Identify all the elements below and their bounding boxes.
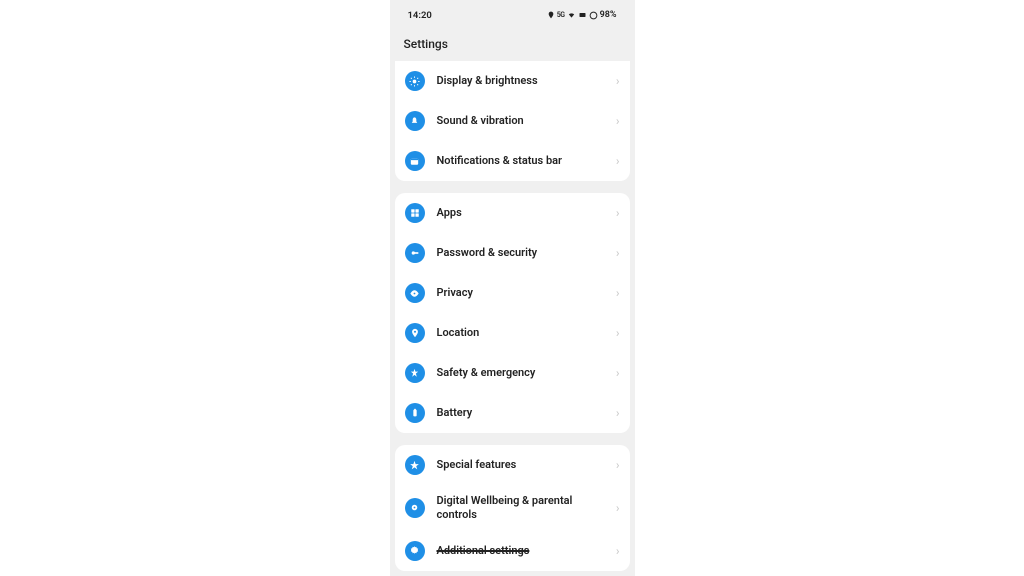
- chevron-right-icon: ›: [616, 366, 620, 380]
- page-title: Settings: [390, 30, 635, 61]
- battery-percent: 98%: [600, 10, 617, 20]
- row-password-security[interactable]: Password & security ›: [395, 233, 630, 273]
- privacy-icon: [405, 283, 425, 303]
- status-indicators: 5G 98%: [547, 10, 617, 20]
- brightness-icon: [405, 71, 425, 91]
- row-label: Special features: [437, 458, 610, 472]
- row-label: Password & security: [437, 246, 610, 260]
- row-special-features[interactable]: Special features ›: [395, 445, 630, 485]
- chevron-right-icon: ›: [616, 286, 620, 300]
- battery-icon: [589, 11, 598, 20]
- row-additional-settings[interactable]: Additional settings ›: [395, 531, 630, 571]
- status-bar: 14:20 5G 98%: [390, 0, 635, 30]
- chevron-right-icon: ›: [616, 544, 620, 558]
- row-label: Location: [437, 326, 610, 340]
- password-icon: [405, 243, 425, 263]
- gear-icon: [405, 541, 425, 561]
- row-label: Privacy: [437, 286, 610, 300]
- location-icon: [547, 11, 555, 19]
- safety-icon: [405, 363, 425, 383]
- row-apps[interactable]: Apps ›: [395, 193, 630, 233]
- chevron-right-icon: ›: [616, 206, 620, 220]
- row-label: Additional settings: [437, 544, 610, 558]
- row-label: Apps: [437, 206, 610, 220]
- settings-group-system: Apps › Password & security › Privacy ›: [395, 193, 630, 433]
- settings-group-display: Display & brightness › Sound & vibration…: [395, 61, 630, 181]
- sound-icon: [405, 111, 425, 131]
- chevron-right-icon: ›: [616, 406, 620, 420]
- camera-icon: [578, 11, 587, 19]
- chevron-right-icon: ›: [616, 74, 620, 88]
- settings-scroll[interactable]: Display & brightness › Sound & vibration…: [390, 61, 635, 571]
- notifications-icon: [405, 151, 425, 171]
- row-digital-wellbeing[interactable]: Digital Wellbeing & parental controls ›: [395, 485, 630, 531]
- row-sound-vibration[interactable]: Sound & vibration ›: [395, 101, 630, 141]
- row-label: Notifications & status bar: [437, 154, 610, 168]
- chevron-right-icon: ›: [616, 246, 620, 260]
- apps-icon: [405, 203, 425, 223]
- row-safety-emergency[interactable]: Safety & emergency ›: [395, 353, 630, 393]
- star-icon: [405, 455, 425, 475]
- location-pin-icon: [405, 323, 425, 343]
- row-location[interactable]: Location ›: [395, 313, 630, 353]
- settings-group-features: Special features › Digital Wellbeing & p…: [395, 445, 630, 571]
- wellbeing-icon: [405, 498, 425, 518]
- row-battery[interactable]: Battery ›: [395, 393, 630, 433]
- row-notifications-statusbar[interactable]: Notifications & status bar ›: [395, 141, 630, 181]
- chevron-right-icon: ›: [616, 154, 620, 168]
- row-privacy[interactable]: Privacy ›: [395, 273, 630, 313]
- chevron-right-icon: ›: [616, 114, 620, 128]
- network-icon: 5G: [557, 11, 565, 19]
- chevron-right-icon: ›: [616, 326, 620, 340]
- row-label: Sound & vibration: [437, 114, 610, 128]
- row-display-brightness[interactable]: Display & brightness ›: [395, 61, 630, 101]
- row-label: Battery: [437, 406, 610, 420]
- row-label: Display & brightness: [437, 74, 610, 88]
- chevron-right-icon: ›: [616, 501, 620, 515]
- phone-frame: 14:20 5G 98% Settings Disp: [390, 0, 635, 576]
- chevron-right-icon: ›: [616, 458, 620, 472]
- battery-icon: [405, 403, 425, 423]
- row-label: Digital Wellbeing & parental controls: [437, 494, 610, 522]
- row-label: Safety & emergency: [437, 366, 610, 380]
- status-time: 14:20: [408, 10, 432, 21]
- wifi-icon: [567, 11, 576, 19]
